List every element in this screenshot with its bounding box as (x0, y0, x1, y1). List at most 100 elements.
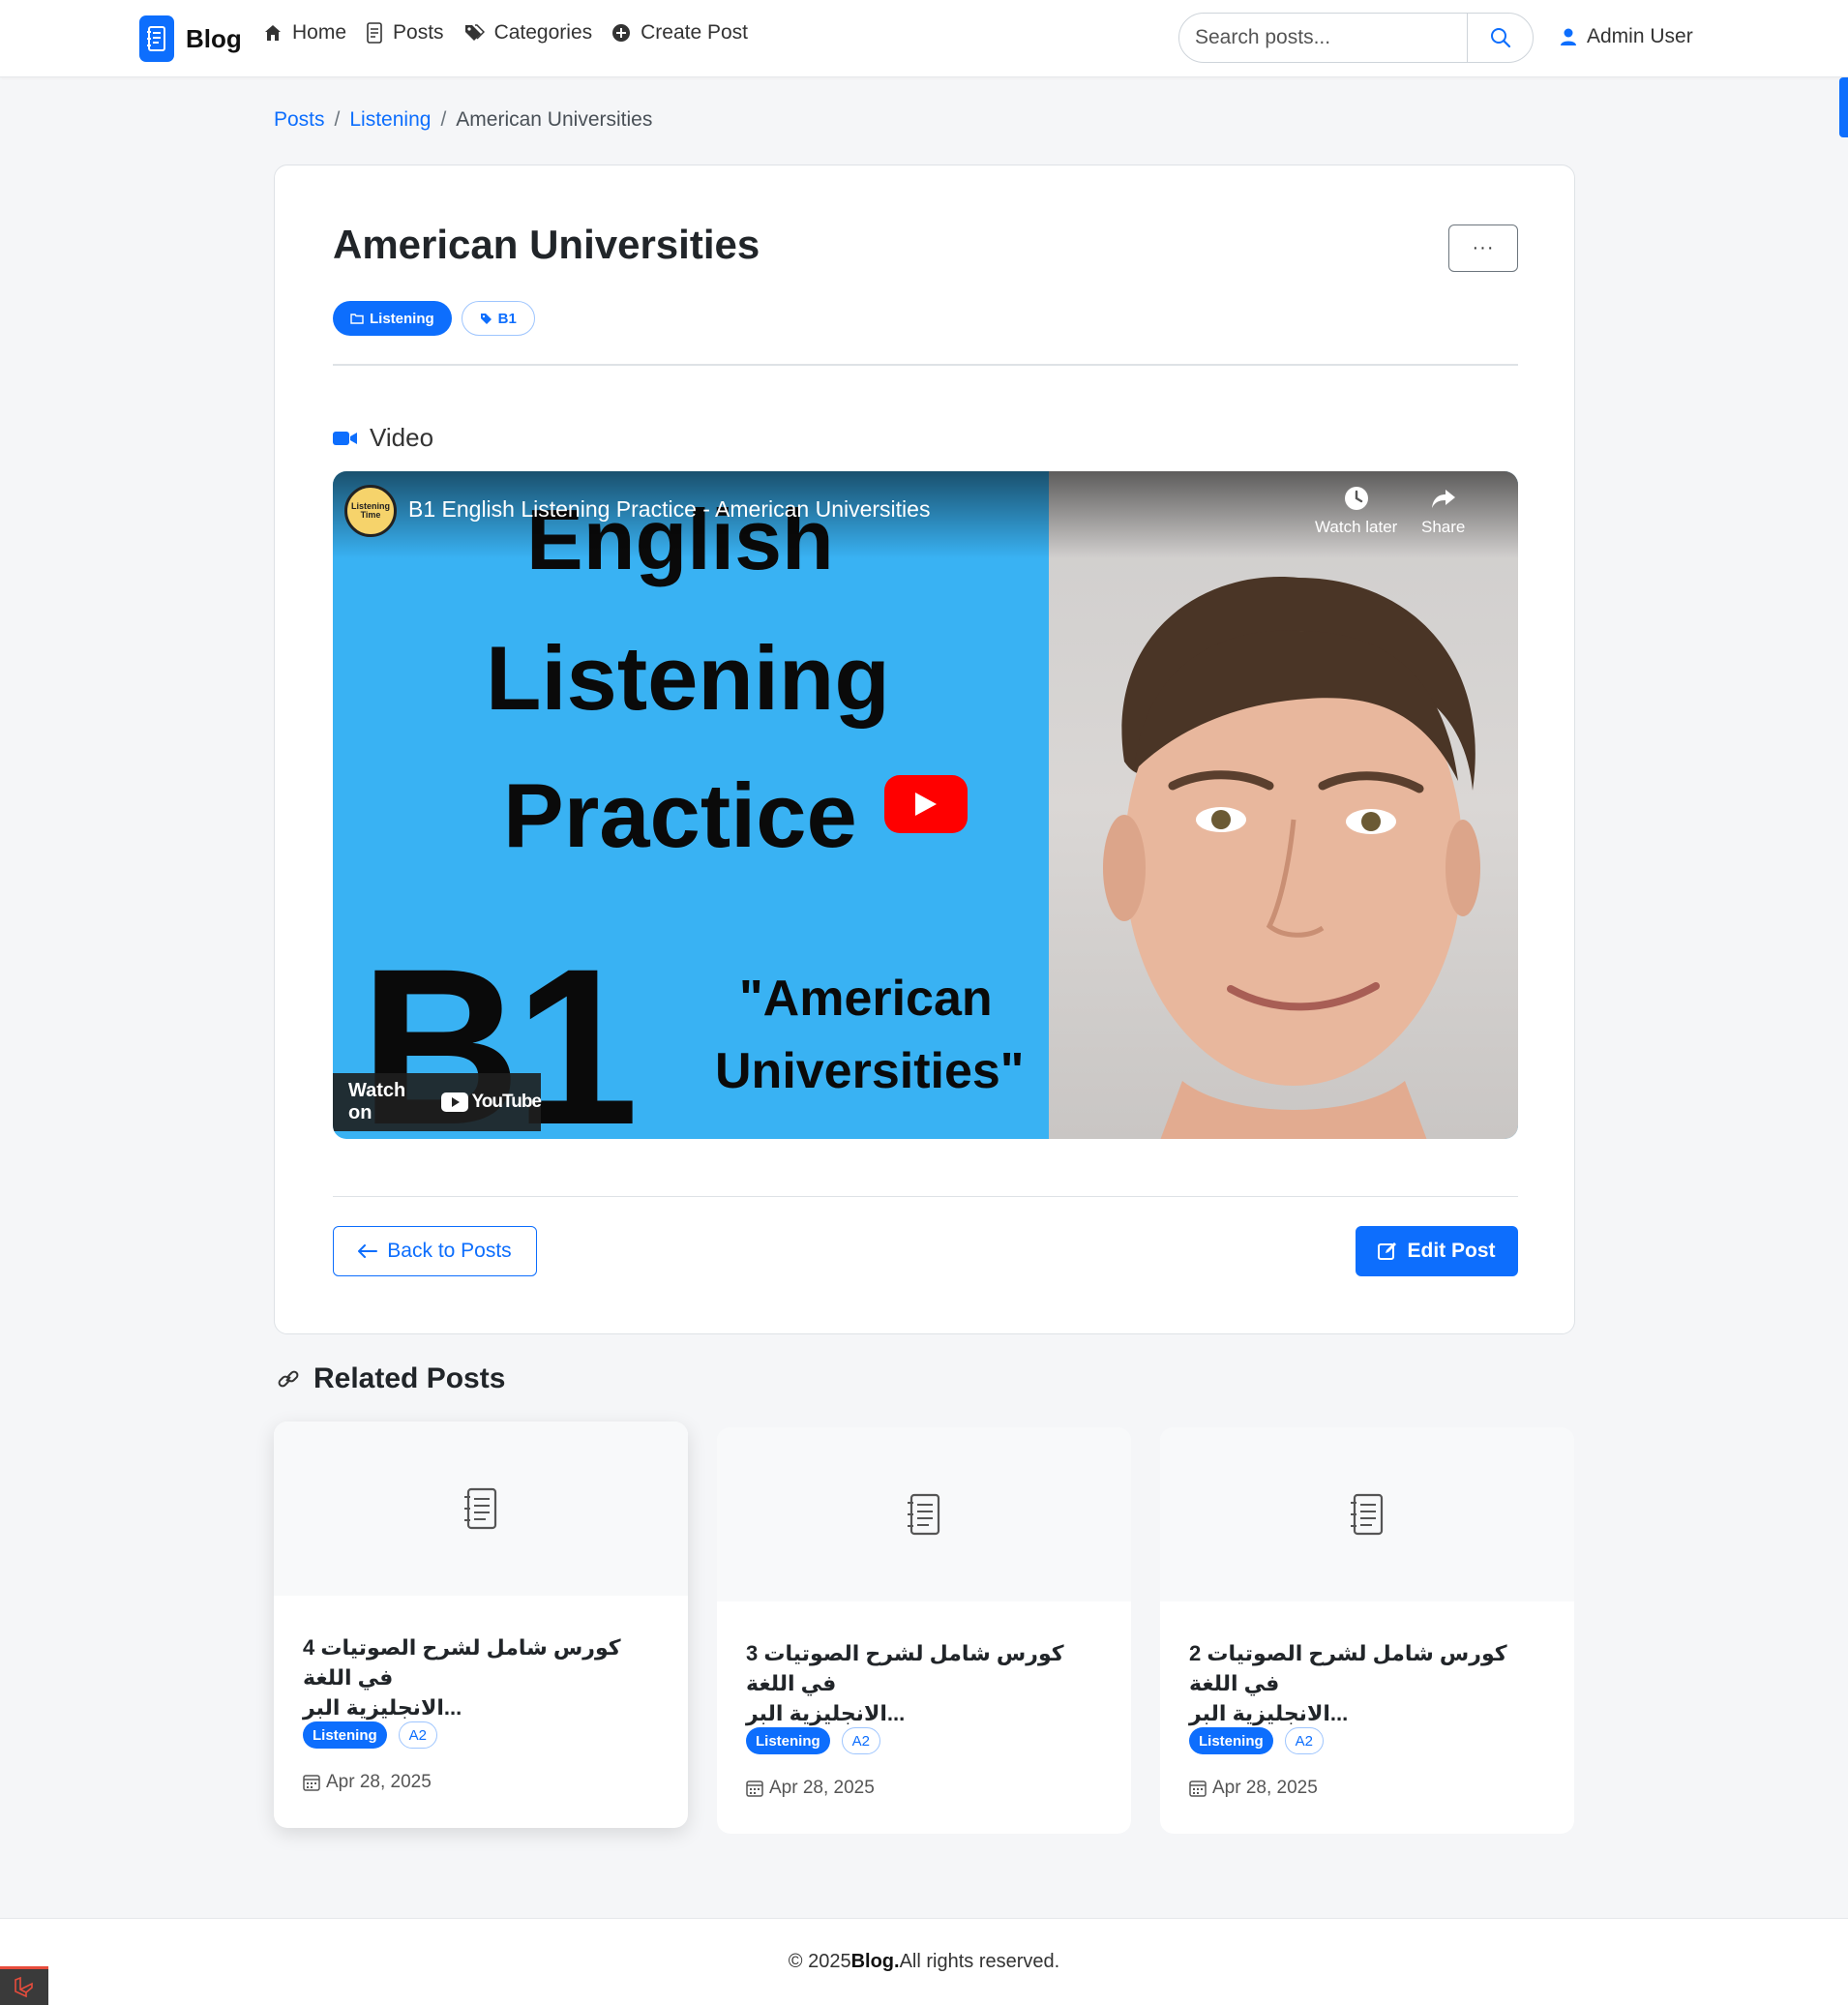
nav-home[interactable]: Home (263, 21, 346, 45)
category-badge[interactable]: Listening (1189, 1727, 1273, 1754)
nav-create-post[interactable]: Create Post (611, 21, 748, 45)
footer-brand: Blog. (850, 1951, 900, 1972)
more-options-button[interactable]: ··· (1448, 224, 1518, 272)
calendar-icon (746, 1781, 763, 1797)
post-thumbnail (274, 1421, 688, 1596)
related-post-card[interactable]: 2 كورس شامل لشرح الصوتيات في اللغة الانج… (1160, 1427, 1574, 1834)
top-navbar: Blog Home Posts Categories Create Post A… (0, 0, 1848, 77)
laravel-debug-icon[interactable] (0, 1966, 48, 2005)
level-badge[interactable]: A2 (841, 1727, 881, 1754)
breadcrumb-posts[interactable]: Posts (274, 108, 325, 132)
tags-icon (464, 24, 485, 41)
video-title[interactable]: B1 English Listening Practice - American… (408, 496, 930, 523)
nav-create-post-label: Create Post (641, 21, 749, 44)
category-label: Listening (370, 310, 434, 327)
post-date-text: Apr 28, 2025 (769, 1778, 875, 1798)
youtube-embed[interactable]: English Listening Practice B1 "American … (333, 471, 1518, 1139)
user-name: Admin User (1587, 25, 1693, 47)
nav-categories-label: Categories (493, 21, 593, 44)
related-post-title[interactable]: 3 كورس شامل لشرح الصوتيات في اللغة الانج… (746, 1638, 1104, 1728)
nav-links: Home Posts Categories Create Post (263, 21, 748, 45)
folder-icon (350, 314, 364, 324)
back-to-posts-button[interactable]: Back to Posts (333, 1226, 537, 1276)
search-input[interactable] (1179, 14, 1467, 62)
brand-name: Blog (186, 23, 242, 53)
search-icon (1490, 28, 1510, 48)
brand[interactable]: Blog (139, 15, 242, 62)
post-date-text: Apr 28, 2025 (1212, 1778, 1318, 1798)
calendar-icon (303, 1775, 320, 1791)
watch-on-youtube-button[interactable]: Watch on YouTube (333, 1073, 542, 1131)
post-date: Apr 28, 2025 (303, 1772, 432, 1793)
edit-post-button[interactable]: Edit Post (1356, 1226, 1518, 1276)
post-thumbnail (717, 1427, 1131, 1601)
related-post-tags: Listening A2 (1189, 1727, 1325, 1754)
play-icon (915, 793, 937, 816)
level-badge[interactable]: B1 (461, 301, 535, 336)
related-post-title-line: 4 كورس شامل لشرح الصوتيات في اللغة (303, 1635, 621, 1690)
breadcrumb-listening[interactable]: Listening (349, 108, 431, 132)
user-menu[interactable]: Admin User (1560, 25, 1693, 48)
post-date: Apr 28, 2025 (1189, 1778, 1318, 1799)
related-post-tags: Listening A2 (746, 1727, 881, 1754)
thumb-quote-line1: "American (739, 971, 993, 1027)
file-text-icon (367, 22, 382, 44)
notebook-icon (464, 1487, 497, 1530)
person-face-image (1103, 577, 1480, 1139)
channel-logo[interactable]: Listening Time (344, 485, 397, 537)
nav-posts[interactable]: Posts (366, 21, 444, 45)
more-icon: ··· (1472, 237, 1495, 258)
breadcrumb-current: American Universities (456, 108, 653, 131)
youtube-icon (440, 1092, 468, 1112)
share-button[interactable]: Share (1421, 485, 1465, 537)
video-section-title: Video (370, 423, 434, 452)
user-icon (1561, 28, 1576, 45)
share-arrow-icon (1431, 490, 1455, 508)
thumb-quote-line2: Universities" (715, 1043, 1025, 1099)
post-date: Apr 28, 2025 (746, 1778, 875, 1799)
related-post-title-line: 3 كورس شامل لشرح الصوتيات في اللغة (746, 1641, 1064, 1695)
post-tags: Listening B1 (333, 301, 535, 336)
breadcrumb: Posts / Listening / American Universitie… (274, 108, 652, 132)
thumb-text-practice: Practice (503, 764, 857, 866)
calendar-icon (1189, 1781, 1207, 1797)
related-post-title[interactable]: 2 كورس شامل لشرح الصوتيات في اللغة الانج… (1189, 1638, 1547, 1728)
footer: © 2025 Blog. All rights reserved. (0, 1918, 1848, 2005)
related-posts-heading: Related Posts (277, 1362, 505, 1395)
search-button[interactable] (1467, 14, 1533, 62)
back-to-posts-label: Back to Posts (387, 1240, 512, 1262)
related-post-card[interactable]: 3 كورس شامل لشرح الصوتيات في اللغة الانج… (717, 1427, 1131, 1834)
category-badge[interactable]: Listening (303, 1721, 387, 1749)
watch-later-button[interactable]: Watch later (1315, 485, 1397, 537)
notebook-icon (908, 1493, 940, 1536)
nav-posts-label: Posts (393, 21, 444, 44)
watch-later-label: Watch later (1315, 518, 1398, 536)
post-title: American Universities (333, 222, 760, 267)
breadcrumb-separator: / (440, 108, 447, 131)
watch-on-label: Watch on (348, 1080, 406, 1123)
footer-rights: All rights reserved. (899, 1951, 1060, 1972)
youtube-wordmark: YouTube (471, 1092, 542, 1112)
edit-post-label: Edit Post (1407, 1240, 1496, 1262)
related-post-title-line: الانجليزية البر... (1189, 1701, 1349, 1725)
home-icon (265, 25, 281, 41)
related-posts-title: Related Posts (313, 1362, 506, 1394)
related-post-tags: Listening A2 (303, 1721, 438, 1749)
tag-icon (480, 313, 492, 324)
related-post-card[interactable]: 4 كورس شامل لشرح الصوتيات في اللغة الانج… (274, 1421, 688, 1828)
thumb-text-listening: Listening (486, 627, 890, 729)
share-label: Share (1421, 518, 1466, 536)
category-badge[interactable]: Listening (333, 301, 452, 336)
divider (333, 1196, 1518, 1197)
nav-categories[interactable]: Categories (463, 21, 593, 45)
level-badge[interactable]: A2 (398, 1721, 438, 1749)
arrow-left-icon (358, 1244, 378, 1258)
play-button[interactable] (884, 775, 968, 833)
notebook-icon (1351, 1493, 1384, 1536)
related-post-title[interactable]: 4 كورس شامل لشرح الصوتيات في اللغة الانج… (303, 1632, 661, 1722)
category-badge[interactable]: Listening (746, 1727, 830, 1754)
scroll-indicator (1839, 77, 1848, 137)
level-badge[interactable]: A2 (1284, 1727, 1325, 1754)
related-post-title-line: الانجليزية البر... (746, 1701, 906, 1725)
nav-home-label: Home (292, 21, 347, 44)
